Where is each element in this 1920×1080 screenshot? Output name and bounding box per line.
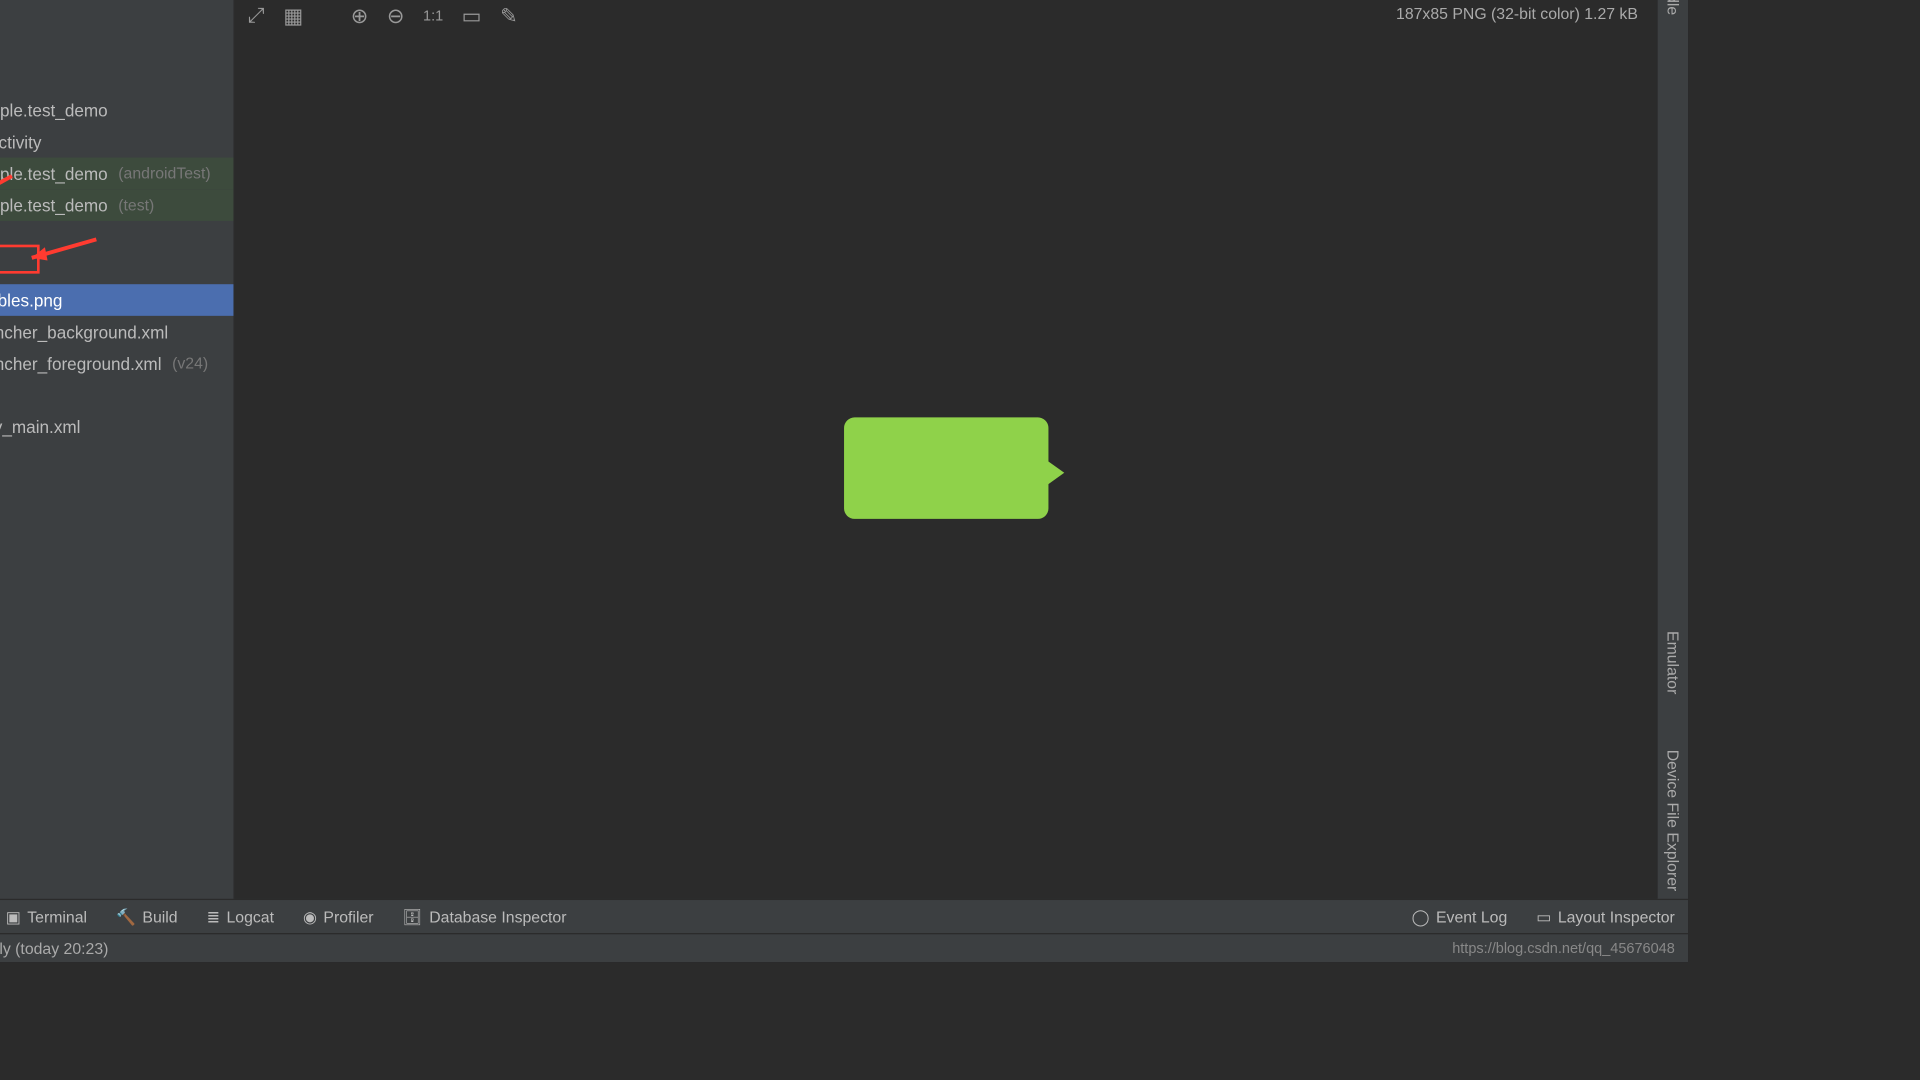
tree-node-manifests[interactable]: ▸manifests [0,31,233,63]
editor-area: activity_main.xml× MainActivity.java× ai… [235,0,1657,899]
image-canvas [235,36,1657,898]
watermark: https://blog.csdn.net/qq_45676048 [1452,940,1675,956]
tree-node-activity-main[interactable]: activity_main.xml [0,411,233,443]
status-bar: ▭ * daemon started successfully (today 2… [0,933,1688,962]
toolwindow-database[interactable]: 🗄 Database Inspector [403,907,567,925]
tree-node-mipmap[interactable]: ▸mipmap [0,442,233,474]
tree-node-layout[interactable]: ▾layout [0,379,233,411]
tree-node-airbubbles[interactable]: airbubbles.png [0,284,233,316]
tree-node-pkg-test[interactable]: ▸com.example.test_demo(test) [0,189,233,221]
status-message: * daemon started successfully (today 20:… [0,939,108,957]
toolwindow-build[interactable]: 🔨 Build [116,907,178,925]
tree-node-pkg-main[interactable]: ▾com.example.test_demo [0,94,233,126]
color-picker-icon[interactable]: ✎ [500,3,518,29]
toolwindow-emulator[interactable]: Emulator [1664,623,1682,702]
tree-node-java[interactable]: ▾java [0,63,233,95]
background-icon[interactable]: ▭ [462,3,482,29]
zoom-out-icon[interactable]: ⊖ [387,3,405,29]
toolwindow-terminal[interactable]: ▣ Terminal [6,907,87,925]
project-toolwindow: Android ▼ ⊕ ⇥ ✲ — ▾app ▸manifests ▾java … [0,0,235,899]
tree-node-gradle[interactable]: ▸Gradle Scripts [0,506,233,538]
image-info: 187x85 PNG (32-bit color) 1.27 kB [1396,5,1638,23]
zoom-in-icon[interactable]: ⊕ [351,3,369,29]
toolwindow-logcat[interactable]: ≣ Logcat [207,907,274,925]
tree-node-ic-bg[interactable]: ic_launcher_background.xml [0,316,233,348]
project-tree[interactable]: ▾app ▸manifests ▾java ▾com.example.test_… [0,0,233,899]
tree-node-mainactivity[interactable]: CMainActivity [0,126,233,158]
tree-node-drawable[interactable]: ▾drawable [0,253,233,285]
tree-node-ic-fg[interactable]: ic_launcher_foreground.xml(v24) [0,347,233,379]
grid-icon[interactable]: ▦ [283,3,303,29]
tree-node-app[interactable]: ▾app [0,0,233,31]
rendered-image-bubble [843,417,1047,519]
toolwindow-layout-inspector[interactable]: ▭ Layout Inspector [1536,907,1675,925]
tree-node-res[interactable]: ▾res [0,221,233,253]
toolwindow-profiler[interactable]: ◉ Profiler [303,907,374,925]
fit-icon[interactable]: ⤢ [248,5,265,29]
bottom-toolwindow-stripe: ≡ TODO ⚠ 6: Problems ▣ Terminal 🔨 Build … [0,899,1688,933]
actual-size-icon[interactable]: 1:1 [423,9,443,25]
tree-node-pkg-androidtest[interactable]: ▸com.example.test_demo(androidTest) [0,158,233,190]
right-toolwindow-stripe: Gradle Emulator Device File Explorer [1656,0,1688,899]
toolwindow-eventlog[interactable]: ◯ Event Log [1412,907,1508,925]
toolwindow-device-file-explorer[interactable]: Device File Explorer [1664,741,1682,898]
toolwindow-gradle[interactable]: Gradle [1664,0,1682,23]
tree-node-values[interactable]: ▸values [0,474,233,506]
